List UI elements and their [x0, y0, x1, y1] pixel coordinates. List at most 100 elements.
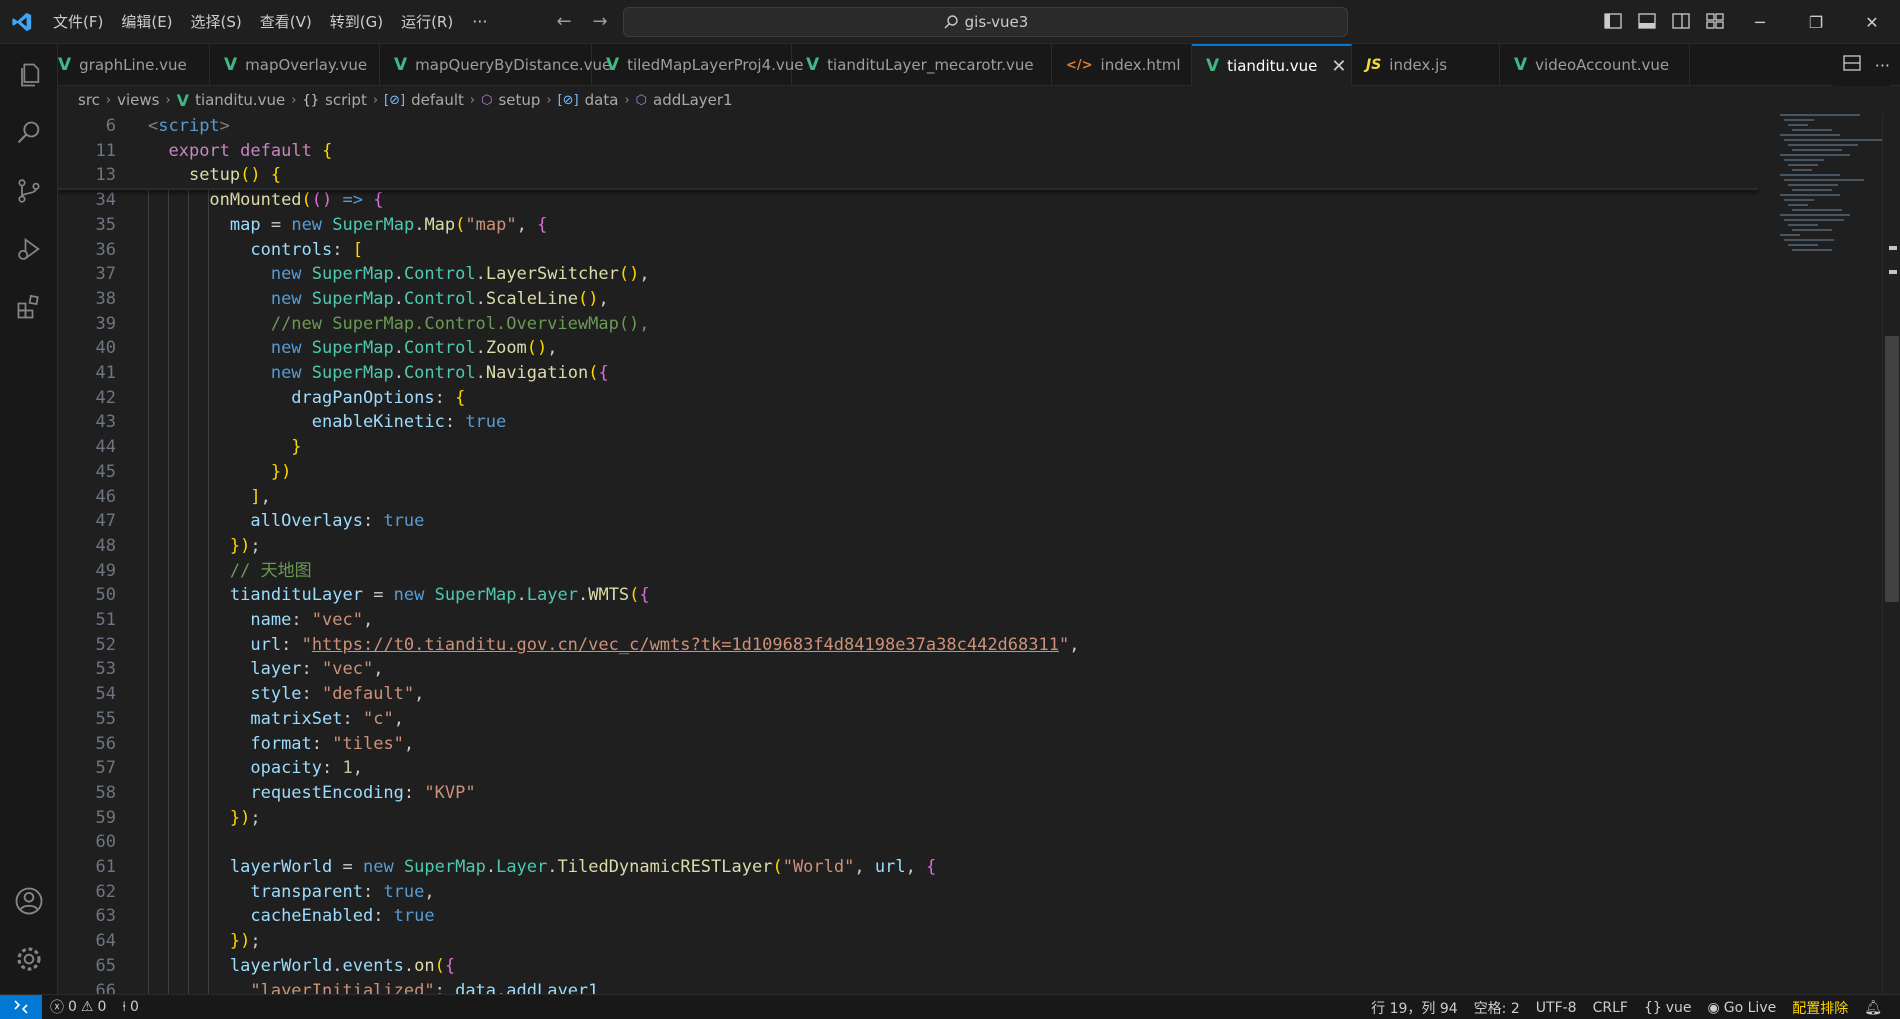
- code-line[interactable]: 38 new SuperMap.Control.ScaleLine(),: [58, 287, 1758, 312]
- end-of-line[interactable]: CRLF: [1585, 1000, 1636, 1016]
- code-line[interactable]: 57 opacity: 1,: [58, 756, 1758, 781]
- toggle-primary-sidebar-icon[interactable]: [1600, 8, 1626, 34]
- tab-tianditulayer-mecarotr-vue[interactable]: VtiandituLayer_mecarotr.vue: [792, 44, 1052, 86]
- code-text: });: [229, 931, 261, 952]
- minimize-icon[interactable]: ─: [1732, 0, 1788, 44]
- forward-arrow-icon[interactable]: →: [588, 8, 612, 34]
- menu-more-icon[interactable]: ···: [462, 12, 497, 31]
- breadcrumb-item[interactable]: addLayer1: [653, 91, 733, 109]
- sticky-scroll-line[interactable]: 11 export default {: [58, 138, 1758, 164]
- code-line[interactable]: 45 }): [58, 460, 1758, 485]
- breadcrumb-item[interactable]: setup: [498, 91, 540, 109]
- code-line[interactable]: 63 cacheEnabled: true: [58, 904, 1758, 929]
- tab-mapquerybydistance-vue[interactable]: VmapQueryByDistance.vue: [380, 44, 611, 86]
- breadcrumb-item[interactable]: views: [117, 91, 159, 109]
- code-editor[interactable]: 6 <script> 11 export default {13 setup() {…: [58, 114, 1900, 994]
- line-number: 55: [95, 708, 116, 729]
- accounts-icon[interactable]: [0, 876, 58, 926]
- back-arrow-icon[interactable]: ←: [552, 8, 576, 34]
- code-line[interactable]: 43 enableKinetic: true: [58, 410, 1758, 435]
- line-number: 45: [95, 461, 116, 482]
- code-line[interactable]: 52 url: "https://t0.tianditu.gov.cn/vec_…: [58, 633, 1758, 658]
- go-live-button[interactable]: ◉ Go Live: [1700, 1000, 1785, 1016]
- close-window-icon[interactable]: ✕: [1844, 0, 1900, 44]
- code-line[interactable]: 47 allOverlays: true: [58, 509, 1758, 534]
- notifications-bell-icon[interactable]: 🔔︎: [1856, 1000, 1890, 1016]
- breadcrumb-item[interactable]: default: [411, 91, 464, 109]
- breadcrumb-item[interactable]: script: [325, 91, 367, 109]
- code-line[interactable]: 36 controls: [: [58, 238, 1758, 263]
- extensions-icon[interactable]: [0, 282, 58, 332]
- cursor-position[interactable]: 行 19，列 94: [1363, 998, 1466, 1018]
- code-line[interactable]: 62 transparent: true,: [58, 880, 1758, 905]
- code-line[interactable]: 61 layerWorld = new SuperMap.Layer.Tiled…: [58, 855, 1758, 880]
- menu-item[interactable]: 转到(G): [321, 7, 392, 37]
- tab-graphline-vue[interactable]: VgraphLine.vue: [58, 44, 210, 86]
- code-line[interactable]: 50 tiandituLayer = new SuperMap.Layer.WM…: [58, 583, 1758, 608]
- code-line[interactable]: 66 "layerInitialized": data.addLayer1: [58, 979, 1758, 995]
- code-line[interactable]: 44 }: [58, 435, 1758, 460]
- code-line[interactable]: 64 });: [58, 929, 1758, 954]
- restore-icon[interactable]: ❐: [1788, 0, 1844, 44]
- code-line[interactable]: 46 ],: [58, 485, 1758, 510]
- code-line[interactable]: 41 new SuperMap.Control.Navigation({: [58, 361, 1758, 386]
- code-line[interactable]: 60: [58, 830, 1758, 855]
- code-line[interactable]: 65 layerWorld.events.on({: [58, 954, 1758, 979]
- tab-index-js[interactable]: JS index.js: [1352, 44, 1500, 86]
- tab-tiledmaplayerproj4-vue[interactable]: VtiledMapLayerProj4.vue: [592, 44, 804, 86]
- split-editor-icon[interactable]: [1843, 55, 1861, 75]
- code-line[interactable]: 54 style: "default",: [58, 682, 1758, 707]
- source-control-icon[interactable]: [0, 166, 58, 216]
- toggle-panel-icon[interactable]: [1634, 8, 1660, 34]
- code-line[interactable]: 51 name: "vec",: [58, 608, 1758, 633]
- language-mode[interactable]: {} vue: [1636, 1000, 1700, 1016]
- code-line[interactable]: 56 format: "tiles",: [58, 732, 1758, 757]
- sticky-scroll-line[interactable]: 13 setup() {: [58, 163, 1758, 189]
- menu-item[interactable]: 文件(F): [44, 7, 112, 37]
- vue-file-icon: V: [606, 55, 620, 75]
- indentation[interactable]: 空格: 2: [1466, 998, 1528, 1018]
- breadcrumb-item[interactable]: tianditu.vue: [195, 91, 285, 109]
- code-line[interactable]: 58 requestEncoding: "KVP": [58, 781, 1758, 806]
- menu-item[interactable]: 运行(R): [392, 7, 462, 37]
- sticky-scroll-line[interactable]: 6 <script>: [58, 114, 1758, 139]
- file-encoding[interactable]: UTF-8: [1528, 1000, 1585, 1016]
- code-line[interactable]: 35 map = new SuperMap.Map("map", {: [58, 213, 1758, 238]
- vertical-scrollbar[interactable]: [1882, 114, 1900, 994]
- scroll-thumb[interactable]: [1885, 336, 1899, 602]
- tab-mapoverlay-vue[interactable]: VmapOverlay.vue: [210, 44, 380, 86]
- code-line[interactable]: 55 matrixSet: "c",: [58, 707, 1758, 732]
- code-line[interactable]: 39 //new SuperMap.Control.OverviewMap(),: [58, 312, 1758, 337]
- ports-indicator[interactable]: ⍿ 0: [114, 999, 147, 1015]
- breadcrumb-item[interactable]: src: [78, 91, 100, 109]
- code-line[interactable]: 40 new SuperMap.Control.Zoom(),: [58, 336, 1758, 361]
- format-exclusion[interactable]: 配置排除: [1784, 998, 1856, 1018]
- code-line[interactable]: 59 });: [58, 806, 1758, 831]
- run-debug-icon[interactable]: [0, 224, 58, 274]
- code-line[interactable]: 42 dragPanOptions: {: [58, 386, 1758, 411]
- code-text: cacheEnabled: true: [250, 906, 435, 927]
- remote-indicator-icon[interactable]: [0, 994, 42, 1019]
- menu-item[interactable]: 查看(V): [251, 7, 321, 37]
- close-tab-icon[interactable]: ✕: [1331, 56, 1346, 77]
- tab-index-html[interactable]: </> index.html: [1052, 44, 1192, 86]
- tab-tianditu-vue[interactable]: Vtianditu.vue ✕: [1192, 44, 1352, 86]
- more-actions-icon[interactable]: ···: [1875, 56, 1890, 75]
- code-line[interactable]: 34 onMounted(() => {: [58, 188, 1758, 213]
- minimap[interactable]: [1772, 114, 1884, 284]
- command-center-search[interactable]: gis-vue3: [623, 7, 1348, 37]
- manage-gear-icon[interactable]: [0, 934, 58, 984]
- search-icon[interactable]: [0, 108, 58, 158]
- code-line[interactable]: 37 new SuperMap.Control.LayerSwitcher(),: [58, 262, 1758, 287]
- problems-indicator[interactable]: ⓧ 0 ⚠ 0: [42, 997, 114, 1017]
- toggle-secondary-sidebar-icon[interactable]: [1668, 8, 1694, 34]
- code-line[interactable]: 49 // 天地图: [58, 559, 1758, 584]
- code-line[interactable]: 48 });: [58, 534, 1758, 559]
- tab-videoaccount-vue[interactable]: VvideoAccount.vue: [1500, 44, 1690, 86]
- breadcrumb-item[interactable]: data: [585, 91, 619, 109]
- code-line[interactable]: 53 layer: "vec",: [58, 657, 1758, 682]
- customize-layout-icon[interactable]: [1702, 8, 1728, 34]
- explorer-icon[interactable]: [0, 50, 58, 100]
- menu-item[interactable]: 编辑(E): [112, 7, 181, 37]
- menu-item[interactable]: 选择(S): [182, 7, 251, 37]
